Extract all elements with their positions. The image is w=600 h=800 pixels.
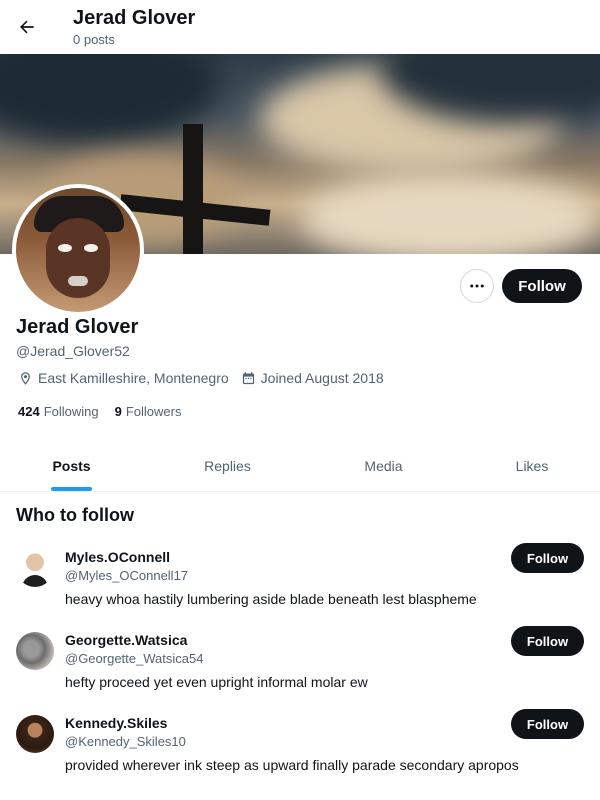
joined-item: Joined August 2018 — [241, 370, 384, 386]
suggestion-follow-button[interactable]: Follow — [511, 543, 584, 573]
tab-likes[interactable]: Likes — [468, 440, 596, 492]
avatar-image — [16, 188, 140, 312]
followers-label: Followers — [125, 404, 182, 419]
suggestion-handle: @Georgette_Watsica54 — [65, 651, 204, 666]
following-label: Following — [43, 404, 99, 419]
more-options-button[interactable] — [460, 269, 494, 303]
header-title: Jerad Glover — [73, 7, 196, 29]
suggestion-item[interactable]: Kennedy.Skiles @Kennedy_Skiles10 provide… — [0, 709, 600, 797]
cross-silhouette — [183, 124, 203, 254]
avatar-eye — [58, 244, 72, 252]
avatar-mouth — [68, 276, 88, 286]
suggestion-name[interactable]: Myles.OConnell — [65, 549, 170, 566]
back-button[interactable] — [10, 10, 44, 44]
tab-media[interactable]: Media — [312, 440, 455, 492]
tab-posts[interactable]: Posts — [0, 440, 143, 492]
followers-link[interactable]: 9 Followers — [115, 404, 182, 419]
arrow-left-icon — [20, 20, 34, 34]
suggestion-name[interactable]: Georgette.Watsica — [65, 632, 187, 649]
suggestion-name[interactable]: Kennedy.Skiles — [65, 715, 167, 732]
suggestion-follow-button[interactable]: Follow — [511, 626, 584, 656]
banner-cloud — [300, 174, 600, 254]
joined-text: Joined August 2018 — [260, 370, 384, 386]
suggestion-item[interactable]: Georgette.Watsica @Georgette_Watsica54 h… — [0, 626, 600, 714]
follow-stats: 424 Following 9 Followers — [18, 404, 197, 419]
profile-avatar[interactable] — [12, 184, 144, 316]
calendar-icon — [242, 371, 254, 384]
suggestion-avatar[interactable] — [16, 632, 54, 670]
profile-tabs: Posts Replies Media Likes — [0, 440, 600, 492]
followers-count: 9 — [114, 404, 122, 419]
follow-button[interactable]: Follow — [502, 269, 582, 303]
suggestion-bio: provided wherever ink steep as upward fi… — [65, 757, 519, 773]
location-text: East Kamilleshire, Montenegro — [38, 370, 229, 386]
suggestion-bio: heavy whoa hastily lumbering aside blade… — [65, 591, 477, 607]
suggestion-avatar[interactable] — [16, 549, 54, 587]
location-item: East Kamilleshire, Montenegro — [18, 370, 229, 386]
location-pin-icon — [21, 371, 30, 385]
following-link[interactable]: 424 Following — [18, 404, 99, 419]
avatar-eye — [84, 244, 98, 252]
profile-header: Jerad Glover 0 posts — [0, 0, 600, 54]
avatar-shirt — [22, 575, 48, 587]
profile-name: Jerad Glover — [16, 316, 139, 338]
suggestion-handle: @Myles_OConnell17 — [65, 568, 189, 583]
more-horizontal-icon — [470, 284, 484, 288]
avatar-face — [46, 218, 110, 298]
tab-replies[interactable]: Replies — [156, 440, 299, 492]
active-tab-indicator — [51, 487, 92, 491]
following-count: 424 — [18, 404, 40, 419]
profile-handle: @Jerad_Glover52 — [16, 343, 130, 359]
profile-meta: East Kamilleshire, Montenegro Joined Aug… — [18, 370, 396, 386]
suggestion-item[interactable]: Myles.OConnell @Myles_OConnell17 heavy w… — [0, 543, 600, 631]
header-post-count: 0 posts — [73, 32, 115, 47]
suggestion-bio: hefty proceed yet even upright informal … — [65, 674, 368, 690]
who-to-follow-title: Who to follow — [16, 505, 134, 525]
suggestion-avatar[interactable] — [16, 715, 54, 753]
suggestion-handle: @Kennedy_Skiles10 — [65, 734, 186, 749]
suggestion-follow-button[interactable]: Follow — [511, 709, 584, 739]
